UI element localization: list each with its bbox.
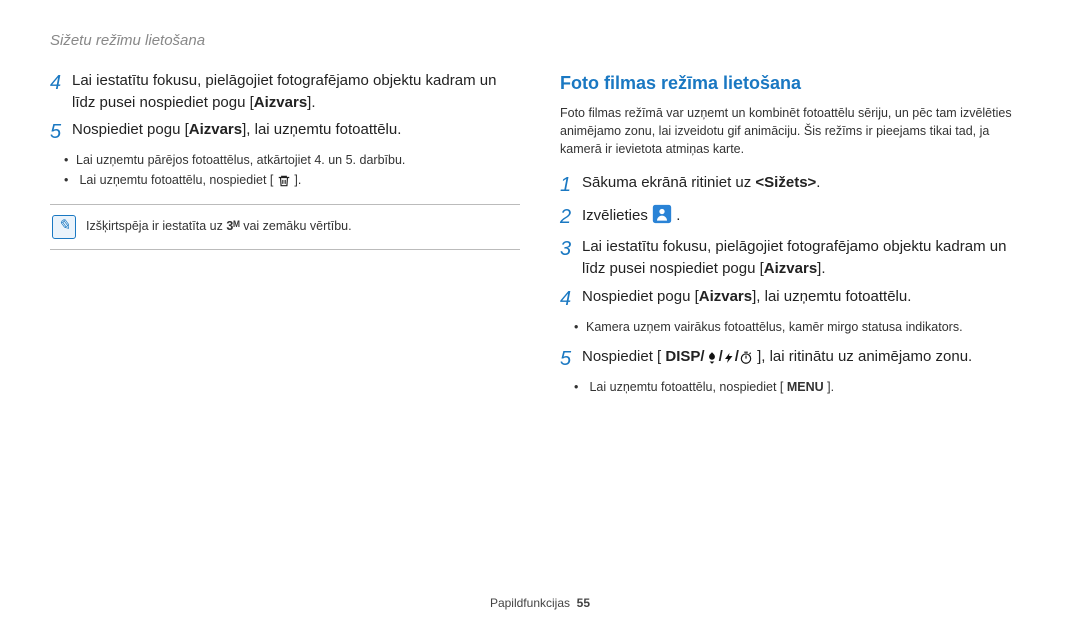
step-text: Lai iestatītu fokusu, pielāgojiet fotogr… (72, 70, 520, 114)
step-4: 4 Lai iestatītu fokusu, pielāgojiet foto… (50, 70, 520, 114)
step-text: Nospiediet pogu [Aizvars], lai uzņemtu f… (72, 119, 520, 141)
note-box: ✎ Izšķirtspēja ir iestatīta uz 3ᴹ vai ze… (50, 204, 520, 250)
flash-icon (723, 351, 735, 365)
step-5-subitems: Lai uzņemtu pārējos fotoattēlus, atkārto… (50, 151, 520, 189)
step-5: 5 Nospiediet [ DISP/// ], lai ritinātu u… (560, 346, 1030, 372)
step-1: 1 Sākuma ekrānā ritiniet uz <Sižets>. (560, 172, 1030, 198)
step-text: Izvēlieties . (582, 204, 1030, 227)
person-mode-icon (652, 204, 672, 224)
right-column: Foto filmas režīma lietošana Foto filmas… (560, 70, 1030, 406)
step-number: 4 (50, 70, 72, 96)
step-2: 2 Izvēlieties . (560, 204, 1030, 230)
page-footer: Papildfunkcijas 55 (0, 595, 1080, 612)
step-number: 3 (560, 236, 582, 262)
step-text: Nospiediet [ DISP/// ], lai ritinātu uz … (582, 346, 1030, 368)
step-5-subitems: Lai uzņemtu fotoattēlu, nospiediet [ MEN… (560, 378, 1030, 396)
step-number: 5 (50, 119, 72, 145)
step-4: 4 Nospiediet pogu [Aizvars], lai uzņemtu… (560, 286, 1030, 312)
sub-item: Lai uzņemtu pārējos fotoattēlus, atkārto… (76, 151, 520, 169)
section-heading: Foto filmas režīma lietošana (560, 70, 1030, 96)
disp-macro-flash-timer-icons: DISP/// (665, 348, 757, 365)
note-icon: ✎ (52, 215, 76, 239)
section-intro: Foto filmas režīmā var uzņemt un kombinē… (560, 104, 1030, 158)
step-5: 5 Nospiediet pogu [Aizvars], lai uzņemtu… (50, 119, 520, 145)
step-text: Nospiediet pogu [Aizvars], lai uzņemtu f… (582, 286, 1030, 308)
sub-item: Kamera uzņem vairākus fotoattēlus, kamēr… (586, 318, 1030, 336)
note-text: Izšķirtspēja ir iestatīta uz 3ᴹ vai zemā… (86, 217, 352, 235)
chapter-title: Sižetu režīmu lietošana (50, 30, 1030, 52)
step-number: 1 (560, 172, 582, 198)
timer-icon (739, 351, 753, 365)
step-3: 3 Lai iestatītu fokusu, pielāgojiet foto… (560, 236, 1030, 280)
step-number: 4 (560, 286, 582, 312)
disp-label: DISP (665, 348, 700, 365)
manual-page: Sižetu režīmu lietošana 4 Lai iestatītu … (0, 0, 1080, 630)
step-4-subitems: Kamera uzņem vairākus fotoattēlus, kamēr… (560, 318, 1030, 336)
step-text: Sākuma ekrānā ritiniet uz <Sižets>. (582, 172, 1030, 194)
sub-item: Lai uzņemtu fotoattēlu, nospiediet [ MEN… (586, 378, 1030, 396)
macro-icon (705, 351, 719, 365)
sub-item: Lai uzņemtu fotoattēlu, nospiediet [ ]. (76, 171, 520, 189)
trash-icon (277, 174, 291, 188)
footer-label: Papildfunkcijas (490, 596, 570, 610)
resolution-glyph: 3ᴹ (226, 219, 239, 233)
step-text: Lai iestatītu fokusu, pielāgojiet fotogr… (582, 236, 1030, 280)
menu-label: MENU (787, 380, 824, 394)
left-column: 4 Lai iestatītu fokusu, pielāgojiet foto… (50, 70, 520, 406)
step-number: 2 (560, 204, 582, 230)
two-column-layout: 4 Lai iestatītu fokusu, pielāgojiet foto… (50, 70, 1030, 406)
step-number: 5 (560, 346, 582, 372)
page-number: 55 (577, 596, 590, 610)
